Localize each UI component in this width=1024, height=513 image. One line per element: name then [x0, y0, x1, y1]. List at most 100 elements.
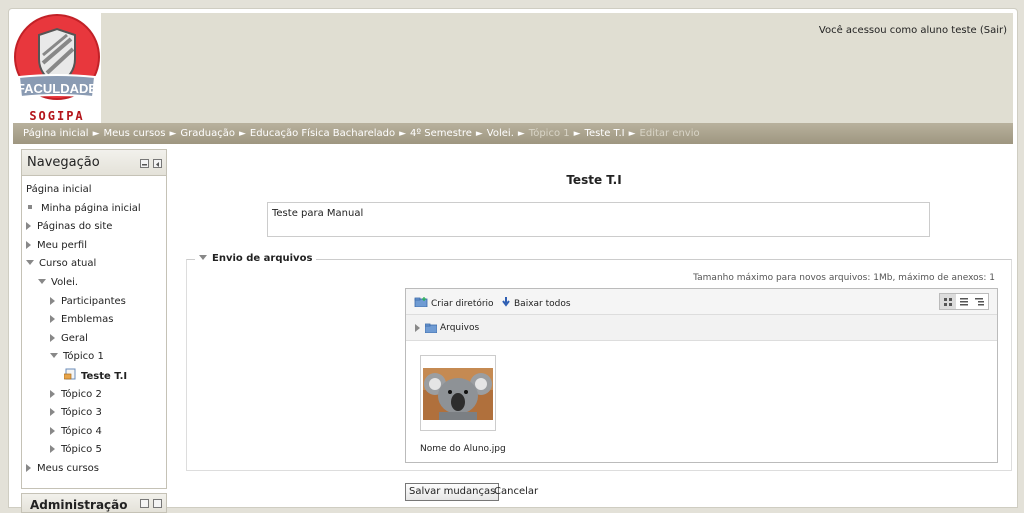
- breadcrumb-item[interactable]: Página inicial: [23, 128, 89, 139]
- nav-item-label: Participantes: [61, 295, 126, 307]
- nav-item[interactable]: Minha página inicial: [26, 201, 141, 217]
- fieldset-legend[interactable]: Envio de arquivos: [195, 253, 317, 264]
- breadcrumb-item[interactable]: 4º Semestre: [410, 128, 472, 139]
- chevron-down-icon: [38, 279, 46, 284]
- breadcrumb-item[interactable]: Graduação: [180, 128, 235, 139]
- dock-icon[interactable]: [153, 159, 162, 168]
- nav-item-label: Tópico 4: [61, 425, 102, 437]
- create-directory-label: Criar diretório: [431, 299, 494, 309]
- bullet-icon: [28, 204, 32, 209]
- nav-item[interactable]: Tópico 4: [50, 424, 102, 440]
- chevron-right-icon: [26, 464, 31, 472]
- fieldset-legend-label: Envio de arquivos: [212, 253, 313, 264]
- tree-view-button[interactable]: [972, 294, 988, 309]
- assignment-description: Teste para Manual: [267, 202, 930, 237]
- administration-block: Administração: [21, 493, 167, 513]
- nav-item-label: Tópico 5: [61, 444, 102, 456]
- logo-emblem: FACULDADE: [14, 14, 100, 100]
- chevron-down-icon: [26, 260, 34, 266]
- nav-item[interactable]: Emblemas: [50, 312, 113, 328]
- nav-item[interactable]: Tópico 1: [50, 349, 104, 365]
- main-content: Teste T.I Teste para Manual Envio de arq…: [169, 149, 1019, 509]
- chevron-down-icon: [50, 353, 58, 359]
- minimize-icon[interactable]: [140, 499, 149, 508]
- nav-item[interactable]: Meus cursos: [26, 461, 99, 477]
- nav-item-label: Tópico 1: [63, 351, 104, 363]
- breadcrumb-item[interactable]: Teste T.I: [585, 128, 625, 139]
- chevron-right-icon: [50, 389, 55, 398]
- breadcrumb: Página inicial ► Meus cursos ► Graduação ► Edu…: [13, 123, 1013, 144]
- koala-image: [423, 368, 493, 420]
- chevron-right-icon: [26, 240, 31, 249]
- breadcrumb-separator-icon: ►: [169, 129, 177, 139]
- minimize-icon[interactable]: [140, 159, 149, 168]
- nav-item[interactable]: Tópico 2: [50, 387, 102, 403]
- breadcrumb-separator-icon: ►: [399, 129, 407, 139]
- chevron-right-icon: [50, 445, 55, 454]
- nav-item[interactable]: Participantes: [50, 294, 126, 310]
- download-all-button[interactable]: Baixar todos: [501, 297, 571, 309]
- view-mode-toggle: [939, 293, 989, 310]
- new-folder-icon: [414, 297, 428, 308]
- grid-icon: [944, 298, 952, 306]
- breadcrumb-item: Editar envio: [639, 128, 700, 139]
- dock-icon[interactable]: [153, 499, 162, 508]
- page-container: Você acessou como aluno teste (Sair) FAC…: [8, 8, 1019, 513]
- file-thumbnail[interactable]: [420, 355, 496, 431]
- file-manager-path: Arquivos: [406, 315, 997, 341]
- nav-item[interactable]: Volei.: [38, 275, 78, 291]
- breadcrumb-separator-icon: ►: [475, 129, 483, 139]
- file-name[interactable]: Nome do Aluno.jpg: [420, 444, 506, 454]
- nav-item[interactable]: Tópico 3: [50, 405, 102, 421]
- nav-item[interactable]: Curso atual: [26, 256, 96, 272]
- assignment-icon: [63, 368, 76, 380]
- cancel-button[interactable]: Cancelar: [494, 483, 538, 501]
- logo-text: FACULDADE: [17, 81, 97, 96]
- icon-view-button[interactable]: [940, 294, 956, 309]
- breadcrumb-item[interactable]: Volei.: [487, 128, 514, 139]
- breadcrumb-separator-icon: ►: [628, 129, 636, 139]
- breadcrumb-item[interactable]: Meus cursos: [103, 128, 165, 139]
- login-info[interactable]: Você acessou como aluno teste (Sair): [819, 25, 1007, 36]
- nav-item-label: Geral: [61, 332, 88, 344]
- nav-item-label: Curso atual: [39, 258, 97, 270]
- breadcrumb-separator-icon: ►: [238, 129, 246, 139]
- download-all-label: Baixar todos: [514, 299, 571, 309]
- list-icon: [960, 298, 968, 306]
- breadcrumb-item[interactable]: Educação Física Bacharelado: [250, 128, 395, 139]
- download-icon: [502, 297, 510, 307]
- list-view-button[interactable]: [956, 294, 972, 309]
- path-folder-label[interactable]: Arquivos: [440, 323, 479, 333]
- nav-item[interactable]: Páginas do site: [26, 219, 112, 235]
- create-directory-button[interactable]: Criar diretório: [414, 297, 494, 309]
- nav-item-label: Tópico 2: [61, 388, 102, 400]
- nav-item-label: Minha página inicial: [41, 202, 141, 214]
- nav-item-label: Teste T.I: [81, 371, 128, 382]
- administration-title: Administração: [30, 498, 128, 512]
- nav-item-label: Meu perfil: [37, 239, 87, 251]
- chevron-right-icon: [50, 296, 55, 305]
- file-manager-toolbar: Criar diretório Baixar todos: [406, 289, 997, 315]
- folder-icon: [425, 323, 437, 333]
- nav-item[interactable]: Teste T.I: [63, 368, 128, 384]
- nav-item-label: Tópico 3: [61, 407, 102, 419]
- chevron-right-icon: [50, 426, 55, 435]
- navigation-title: Navegação: [27, 155, 100, 170]
- page-header: Você acessou como aluno teste (Sair): [13, 13, 1013, 127]
- nav-item[interactable]: Geral: [50, 331, 88, 347]
- save-changes-button[interactable]: Salvar mudanças: [405, 483, 500, 501]
- chevron-right-icon[interactable]: [415, 324, 420, 332]
- nav-item-label: Página inicial: [26, 184, 92, 195]
- logo-subtext: SOGIPA: [29, 109, 85, 123]
- nav-item[interactable]: Tópico 5: [50, 442, 102, 458]
- chevron-right-icon: [50, 333, 55, 342]
- logo[interactable]: FACULDADE SOGIPA: [13, 13, 101, 127]
- breadcrumb-separator-icon: ►: [517, 129, 525, 139]
- nav-item-label: Meus cursos: [37, 463, 99, 474]
- nav-item[interactable]: Meu perfil: [26, 238, 87, 254]
- tree-icon: [975, 298, 984, 306]
- breadcrumb-separator-icon: ►: [573, 129, 581, 139]
- nav-item-label: Emblemas: [61, 314, 114, 326]
- navigation-block: Navegação Página inicial Minha página ini…: [21, 149, 167, 489]
- nav-item[interactable]: Página inicial: [26, 182, 92, 198]
